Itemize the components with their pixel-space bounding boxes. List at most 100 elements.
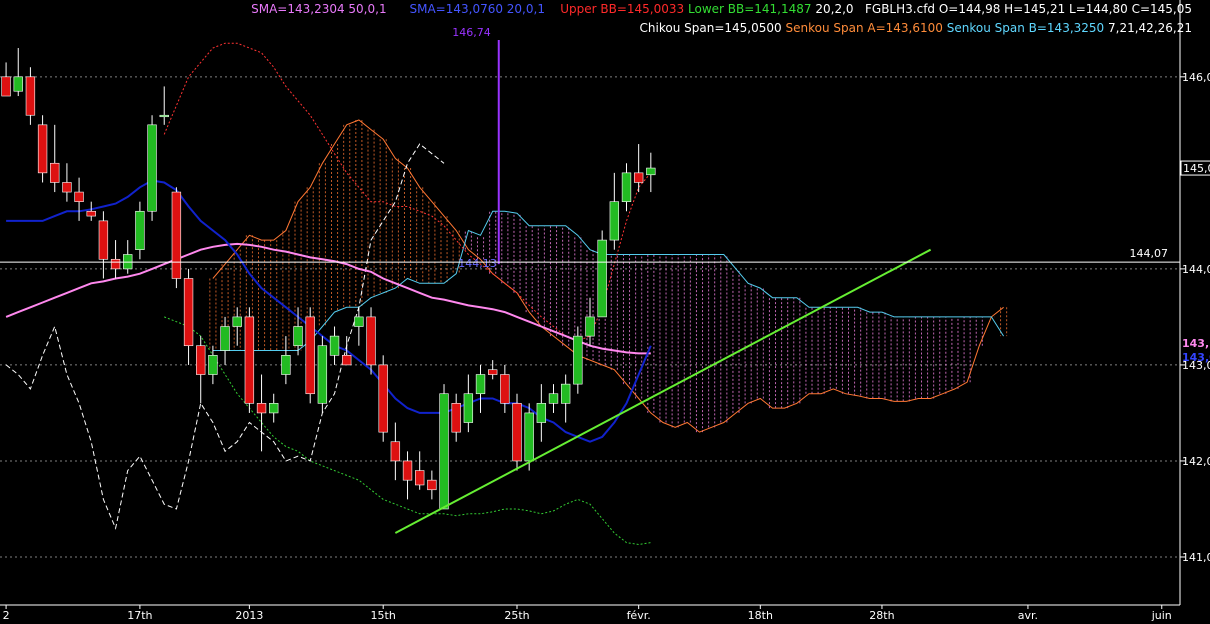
candle xyxy=(646,152,656,193)
candle xyxy=(475,364,486,413)
candle-body xyxy=(354,316,364,327)
candle-body xyxy=(13,76,23,92)
x-tick-label: 25th xyxy=(504,609,529,622)
candle xyxy=(402,451,413,500)
upper-bb-line xyxy=(163,42,652,342)
candle-body xyxy=(524,412,534,462)
candle-body xyxy=(621,172,632,202)
candle-body xyxy=(159,114,169,118)
candle xyxy=(50,124,60,193)
price-marker-label: 146,74 xyxy=(452,26,491,39)
candle-body xyxy=(1,76,11,97)
reference-hline-label: 144,07 xyxy=(1130,247,1169,260)
candle xyxy=(86,201,96,221)
candle-body xyxy=(208,355,218,375)
candle-body xyxy=(62,182,72,193)
candle-body xyxy=(256,403,267,414)
x-tick-label: 18th xyxy=(748,609,773,622)
candle-body xyxy=(463,393,474,423)
price-chart[interactable]: 146,74 144,13 144,07 141,0 142,0 143,0 144,0 14… xyxy=(0,0,1210,624)
candle-body xyxy=(37,124,48,174)
x-tick-label: févr. xyxy=(627,609,651,622)
candle xyxy=(13,48,23,97)
candle xyxy=(208,345,218,385)
candle-body xyxy=(281,355,291,375)
x-tick-label: 15th xyxy=(371,609,396,622)
candle xyxy=(633,144,644,193)
candle-body xyxy=(597,239,607,318)
candle-body xyxy=(633,172,644,183)
sma-axis-tag: 143,0 xyxy=(1182,351,1210,364)
candle-body xyxy=(585,316,595,337)
y-tick-label: 146,0 xyxy=(1182,71,1210,84)
candle xyxy=(159,86,169,125)
candle-body xyxy=(402,460,413,481)
candle xyxy=(548,384,559,413)
candle-body xyxy=(171,191,182,279)
candle-body xyxy=(439,393,449,510)
candle-body xyxy=(220,326,230,351)
candle-body xyxy=(25,76,36,116)
candle-body xyxy=(86,210,96,217)
candle xyxy=(183,268,194,365)
candle-body xyxy=(342,355,352,366)
candle xyxy=(305,307,315,404)
candle xyxy=(329,326,340,365)
candle-body xyxy=(232,316,242,327)
candle xyxy=(366,307,376,375)
candle xyxy=(427,470,437,500)
x-tick-label: juin xyxy=(1151,609,1172,622)
candle xyxy=(609,172,620,250)
candle-body xyxy=(536,403,547,423)
y-tick-label: 144,0 xyxy=(1182,263,1210,276)
candle-body xyxy=(196,345,206,375)
x-tick-label: 2 xyxy=(3,609,10,622)
candle-body xyxy=(183,278,194,347)
candle-body xyxy=(512,403,522,462)
candle-body xyxy=(390,441,401,462)
candle xyxy=(451,393,461,442)
x-tick-label: 17th xyxy=(127,609,152,622)
candle xyxy=(378,355,388,442)
candle xyxy=(74,177,84,221)
candle-body xyxy=(244,316,255,404)
price-marker-low-label: 144,13 xyxy=(458,257,497,270)
candle xyxy=(463,374,474,433)
candle-body xyxy=(378,364,388,433)
candle xyxy=(536,384,547,442)
candle xyxy=(597,230,607,318)
candle xyxy=(621,163,632,212)
candle-body xyxy=(110,258,121,270)
candle xyxy=(500,364,510,413)
candle xyxy=(196,336,206,404)
y-tick-label: 142,0 xyxy=(1182,455,1210,468)
candle xyxy=(390,422,401,481)
x-tick-label: avr. xyxy=(1018,609,1038,622)
candle xyxy=(135,201,145,260)
candle xyxy=(269,393,279,423)
trendline xyxy=(394,248,932,534)
candle-body xyxy=(548,393,559,404)
candle xyxy=(37,115,48,183)
candle xyxy=(25,67,36,125)
candle xyxy=(439,384,449,510)
candle-body xyxy=(305,316,315,395)
candle xyxy=(147,115,157,221)
candle-body xyxy=(135,210,145,250)
candle xyxy=(256,374,267,452)
candle xyxy=(62,163,72,202)
candle xyxy=(123,240,133,274)
candle-body xyxy=(488,369,498,375)
candle xyxy=(488,360,498,380)
candle-body xyxy=(451,403,461,433)
candle-body xyxy=(573,335,583,385)
candle-body xyxy=(269,403,279,414)
candle-body xyxy=(609,201,620,241)
candle xyxy=(317,336,328,413)
candle-body xyxy=(500,374,510,404)
candle-body xyxy=(560,383,571,404)
candle-body xyxy=(646,167,656,176)
candle xyxy=(110,240,121,279)
candle xyxy=(1,62,11,97)
candle-body xyxy=(317,345,328,404)
